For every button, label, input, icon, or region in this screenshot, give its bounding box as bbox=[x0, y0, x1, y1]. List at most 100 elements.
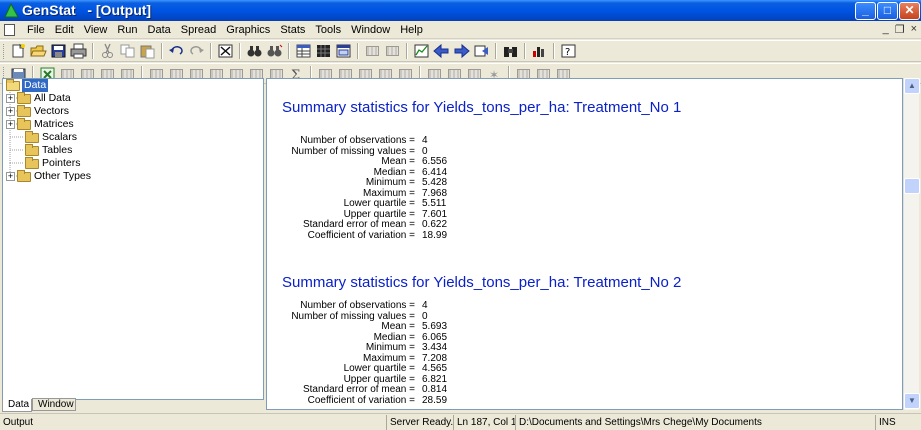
copy-icon[interactable] bbox=[119, 43, 136, 59]
expand-icon[interactable]: + bbox=[6, 172, 15, 181]
stat-label: Coefficient of variation = bbox=[307, 229, 415, 241]
stat-label: Minimum = bbox=[365, 177, 415, 188]
toolbar-separator bbox=[161, 43, 163, 59]
menu-edit[interactable]: Edit bbox=[50, 23, 79, 37]
menu-run[interactable]: Run bbox=[112, 23, 142, 37]
mdi-minimize-button[interactable]: _ bbox=[883, 23, 889, 36]
menu-file[interactable]: File bbox=[22, 23, 50, 37]
new-icon[interactable] bbox=[10, 43, 27, 59]
tree-item-vectors[interactable]: + Vectors bbox=[3, 105, 203, 118]
back-arrow-icon[interactable] bbox=[433, 43, 450, 59]
toolbar-separator bbox=[210, 43, 212, 59]
toolbar-separator bbox=[92, 43, 94, 59]
tab-data[interactable]: Data bbox=[2, 399, 32, 412]
expand-icon[interactable]: + bbox=[6, 107, 15, 116]
find-icon[interactable] bbox=[246, 43, 263, 59]
vertical-scrollbar[interactable]: ▲ ▼ bbox=[903, 78, 920, 410]
data-table-icon[interactable] bbox=[295, 43, 312, 59]
stat-label: Mean = bbox=[381, 321, 415, 332]
binoculars-icon[interactable] bbox=[502, 43, 519, 59]
svg-text:?: ? bbox=[565, 47, 570, 58]
tree-item-label: Matrices bbox=[34, 118, 74, 130]
tree-item-label: Tables bbox=[42, 144, 73, 156]
expand-icon[interactable]: + bbox=[6, 94, 15, 103]
open-folder-icon bbox=[6, 79, 20, 91]
tree-item-pointers[interactable]: Pointers bbox=[3, 157, 203, 170]
data-tree-pane[interactable]: Data + All Data + Vectors + Matrices Sca… bbox=[2, 78, 264, 400]
tree-root-label: Data bbox=[22, 79, 49, 92]
scroll-thumb[interactable] bbox=[904, 178, 920, 194]
status-server-state: Server Ready. bbox=[386, 415, 453, 430]
folder-icon bbox=[25, 157, 39, 169]
print-icon[interactable] bbox=[70, 43, 87, 59]
scroll-down-icon[interactable]: ▼ bbox=[904, 393, 920, 409]
menu-graphics[interactable]: Graphics bbox=[221, 23, 275, 37]
menu-stats[interactable]: Stats bbox=[275, 23, 310, 37]
stat-value: 5.511 bbox=[422, 198, 447, 209]
tree-item-label: Scalars bbox=[42, 131, 78, 143]
open-icon[interactable] bbox=[30, 43, 47, 59]
menu-tools[interactable]: Tools bbox=[310, 23, 346, 37]
tile-icon[interactable] bbox=[364, 43, 381, 59]
minimize-button[interactable]: _ bbox=[855, 2, 876, 20]
title-bar[interactable]: GenStat - [Output] _ □ ✕ bbox=[0, 0, 921, 21]
output-pane[interactable]: Summary statistics for Yields_tons_per_h… bbox=[266, 78, 903, 410]
mdi-close-button[interactable]: × bbox=[911, 23, 917, 36]
folder-icon bbox=[17, 105, 31, 117]
menu-view[interactable]: View bbox=[79, 23, 113, 37]
folder-icon bbox=[25, 144, 39, 156]
stat-value: 0.622 bbox=[422, 219, 448, 230]
tree-item-other-types[interactable]: + Other Types bbox=[3, 170, 203, 183]
redo-icon[interactable] bbox=[188, 43, 205, 59]
chart-icon[interactable] bbox=[531, 43, 548, 59]
menu-window[interactable]: Window bbox=[346, 23, 395, 37]
forward-arrow-icon[interactable] bbox=[453, 43, 470, 59]
toolbar-grip[interactable] bbox=[3, 44, 6, 59]
spreadsheet-icon[interactable] bbox=[315, 43, 332, 59]
maximize-button[interactable]: □ bbox=[877, 2, 898, 20]
paste-icon[interactable] bbox=[139, 43, 156, 59]
status-pane-name: Output bbox=[3, 417, 34, 428]
status-working-directory: D:\Documents and Settings\Mrs Chege\My D… bbox=[515, 415, 762, 430]
cascade-icon[interactable] bbox=[384, 43, 401, 59]
find-next-icon[interactable] bbox=[266, 43, 283, 59]
tab-window[interactable]: Window bbox=[32, 398, 76, 411]
stat-label: Minimum = bbox=[365, 342, 415, 353]
status-insert-mode: INS bbox=[875, 415, 896, 430]
menu-help[interactable]: Help bbox=[395, 23, 428, 37]
document-icon[interactable] bbox=[4, 24, 15, 36]
help-icon[interactable]: ? bbox=[560, 43, 577, 59]
close-button[interactable]: ✕ bbox=[899, 2, 920, 20]
genstat-logo-icon bbox=[4, 3, 19, 18]
output-window-icon[interactable] bbox=[335, 43, 352, 59]
save-icon[interactable] bbox=[50, 43, 67, 59]
standard-toolbar-icons: ? bbox=[10, 43, 580, 59]
scroll-up-icon[interactable]: ▲ bbox=[904, 78, 920, 94]
genstat-window: GenStat - [Output] _ □ ✕ File Edit View … bbox=[0, 0, 921, 430]
stat-label: Coefficient of variation = bbox=[307, 394, 415, 406]
tree-item-all-data[interactable]: + All Data bbox=[3, 92, 203, 105]
undo-icon[interactable] bbox=[168, 43, 185, 59]
mdi-restore-button[interactable]: ❐ bbox=[895, 23, 905, 36]
cut-icon[interactable] bbox=[99, 43, 116, 59]
stat-value: 18.99 bbox=[422, 229, 448, 241]
section-heading: Summary statistics for Yields_tons_per_h… bbox=[282, 274, 682, 291]
stat-label: Number of observations = bbox=[300, 300, 415, 311]
send-icon[interactable] bbox=[473, 43, 490, 59]
tree-item-matrices[interactable]: + Matrices bbox=[3, 118, 203, 131]
menu-spread[interactable]: Spread bbox=[176, 23, 221, 37]
graph-icon[interactable] bbox=[413, 43, 430, 59]
stat-value: 28.59 bbox=[422, 394, 448, 406]
tree-item-scalars[interactable]: Scalars bbox=[3, 131, 203, 144]
standard-toolbar: ? bbox=[0, 40, 921, 62]
clear-icon[interactable] bbox=[217, 43, 234, 59]
menu-data[interactable]: Data bbox=[143, 23, 176, 37]
stat-value: 5.428 bbox=[422, 177, 448, 188]
stat-label: Lower quartile = bbox=[343, 198, 415, 209]
tree-item-label: All Data bbox=[34, 92, 71, 104]
toolbar-separator bbox=[524, 43, 526, 59]
expand-icon[interactable]: + bbox=[6, 120, 15, 129]
stat-value: 4.565 bbox=[422, 363, 448, 374]
tree-item-tables[interactable]: Tables bbox=[3, 144, 203, 157]
menu-bar: File Edit View Run Data Spread Graphics … bbox=[0, 21, 921, 39]
